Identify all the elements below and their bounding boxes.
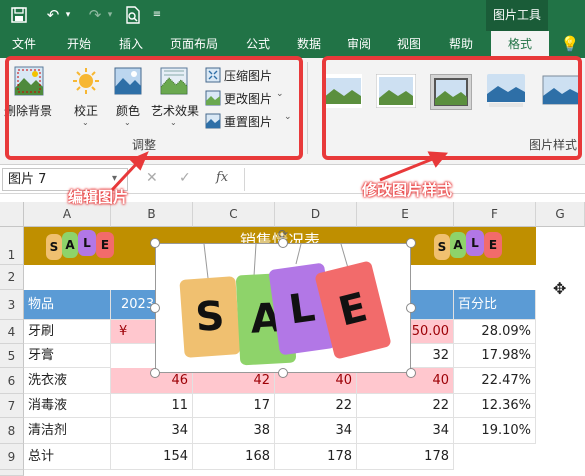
small-sale-tag-left: S A L E <box>46 230 118 262</box>
cell-item-r8[interactable]: 清洁剂 <box>24 418 111 444</box>
cell-d-r7[interactable]: 22 <box>275 394 357 418</box>
picture-tools-context-label: 图片工具 <box>486 0 548 31</box>
row-header-4[interactable]: 4 <box>0 320 24 344</box>
row-header-3[interactable]: 3 <box>0 290 24 320</box>
row-header-5[interactable]: 5 <box>0 344 24 368</box>
row-header-10[interactable] <box>0 470 24 476</box>
small-tag-letter: A <box>62 232 78 258</box>
tab-formulas[interactable]: 公式 <box>238 31 278 58</box>
tab-data[interactable]: 数据 <box>289 31 329 58</box>
resize-handle-bottom-right[interactable] <box>406 368 416 378</box>
cell-f-r7[interactable]: 12.36% <box>454 394 536 418</box>
resize-handle-top-left[interactable] <box>150 238 160 248</box>
cell-e-r8[interactable]: 34 <box>357 418 454 444</box>
row-header-9[interactable]: 9 <box>0 444 24 470</box>
tab-help[interactable]: 帮助 <box>441 31 481 58</box>
cell-c-r8[interactable]: 38 <box>193 418 275 444</box>
small-tag-letter: A <box>450 232 466 258</box>
cell-e-r7[interactable]: 22 <box>357 394 454 418</box>
save-icon[interactable] <box>8 5 30 25</box>
edit-picture-callout: 编辑图片 <box>68 188 129 206</box>
small-tag-letter: E <box>484 232 502 258</box>
resize-handle-bottom-left[interactable] <box>150 368 160 378</box>
rotate-handle-icon[interactable]: ⟳ <box>276 227 290 241</box>
lightbulb-icon[interactable]: 💡 <box>558 31 582 58</box>
header-item-cell[interactable]: 物品 <box>24 290 111 320</box>
sale-tag-s: S <box>179 276 241 358</box>
sale-picture[interactable]: S A L E <box>155 243 411 373</box>
small-tag-letter: S <box>46 234 62 260</box>
cell-item-r9[interactable]: 总计 <box>24 444 111 470</box>
cell-f-r4[interactable]: 28.09% <box>454 320 536 344</box>
row-header-6[interactable]: 6 <box>0 368 24 394</box>
resize-handle-middle-left[interactable] <box>150 303 160 313</box>
row-header-8[interactable]: 8 <box>0 418 24 444</box>
tab-file[interactable]: 文件 <box>4 31 44 58</box>
row-header-1[interactable]: 1 <box>0 227 24 265</box>
cell-c-r7[interactable]: 17 <box>193 394 275 418</box>
cell-e-r9[interactable]: 178 <box>357 444 454 470</box>
small-tag-letter: S <box>434 234 450 260</box>
cell-d-r9[interactable]: 178 <box>275 444 357 470</box>
resize-handle-middle-right[interactable] <box>406 303 416 313</box>
undo-icon[interactable]: ↶ <box>42 5 64 25</box>
cell-item-r7[interactable]: 消毒液 <box>24 394 111 418</box>
cell-f-r5[interactable]: 17.98% <box>454 344 536 368</box>
tab-insert[interactable]: 插入 <box>111 31 151 58</box>
small-tag-letter: E <box>96 232 114 258</box>
cell-item-r6[interactable]: 洗衣液 <box>24 368 111 394</box>
tab-page-layout[interactable]: 页面布局 <box>163 31 225 58</box>
tab-home[interactable]: 开始 <box>58 31 100 58</box>
cell-item-r5[interactable]: 牙膏 <box>24 344 111 368</box>
small-tag-letter: L <box>78 230 96 256</box>
cell-item-r4[interactable]: 牙刷 <box>24 320 111 344</box>
cell-f-r8[interactable]: 19.10% <box>454 418 536 444</box>
customize-toolbar-icon[interactable]: ≡ <box>150 5 164 25</box>
tab-review[interactable]: 审阅 <box>339 31 379 58</box>
undo-dropdown-icon[interactable]: ▾ <box>62 5 74 25</box>
redo-dropdown-icon[interactable]: ▾ <box>104 5 116 25</box>
small-tag-letter: L <box>466 230 484 256</box>
row-header-7[interactable]: 7 <box>0 394 24 418</box>
modify-style-callout: 修改图片样式 <box>362 181 453 199</box>
resize-handle-bottom-center[interactable] <box>278 368 288 378</box>
tab-view[interactable]: 视图 <box>389 31 429 58</box>
row-header-2[interactable]: 2 <box>0 265 24 290</box>
cell-b-r9[interactable]: 154 <box>111 444 193 470</box>
redo-icon[interactable]: ↷ <box>84 5 106 25</box>
cell-f-r6[interactable]: 22.47% <box>454 368 536 394</box>
cell-b-r7[interactable]: 11 <box>111 394 193 418</box>
cell-d-r8[interactable]: 34 <box>275 418 357 444</box>
resize-handle-top-right[interactable] <box>406 238 416 248</box>
small-sale-tag-right: S A L E <box>434 230 506 262</box>
tab-format[interactable]: 格式 <box>491 31 549 58</box>
header-pct-cell[interactable]: 百分比 <box>454 290 536 320</box>
move-cursor-icon: ✥ <box>553 279 567 298</box>
cell-b-r8[interactable]: 34 <box>111 418 193 444</box>
print-preview-icon[interactable] <box>122 5 144 25</box>
cell-c-r9[interactable]: 168 <box>193 444 275 470</box>
